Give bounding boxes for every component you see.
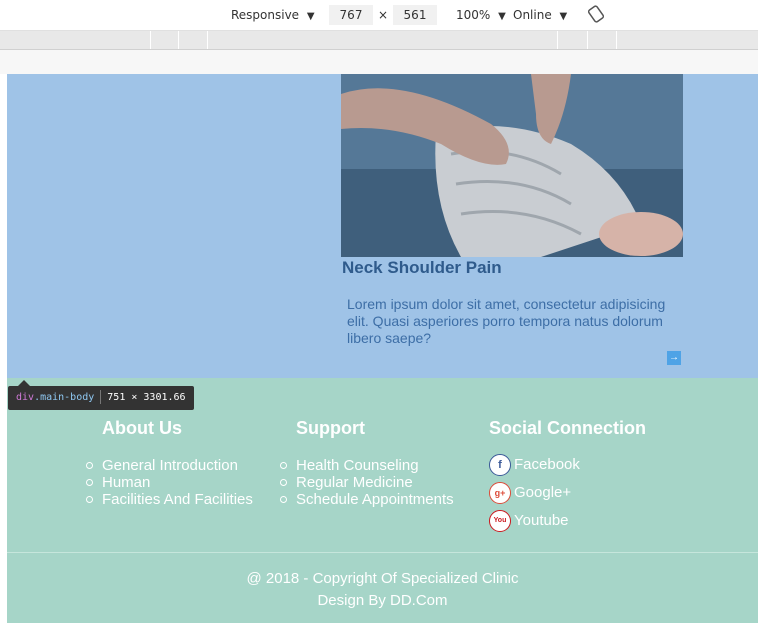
ruler-tick	[207, 31, 208, 49]
main-body: Neck Shoulder Pain Lorem ipsum dolor sit…	[7, 74, 758, 378]
bullet-icon	[86, 496, 93, 503]
bandaged-foot-illustration	[341, 74, 683, 257]
copyright-text: @ 2018 - Copyright Of Specialized Clinic	[246, 570, 519, 587]
ruler-tick	[150, 31, 151, 49]
copyright-block: @ 2018 - Copyright Of Specialized Clinic…	[7, 568, 758, 612]
height-input[interactable]: 561	[393, 5, 437, 25]
bullet-icon	[280, 479, 287, 486]
link-label: Facilities And Facilities	[102, 491, 253, 508]
network-throttle-select[interactable]: Online ▼	[513, 8, 567, 22]
tooltip-class: .main-body	[34, 392, 95, 403]
design-credit: Design By DD.Com	[317, 592, 448, 609]
ruler-tick	[557, 31, 558, 49]
dimension-separator: ×	[378, 8, 389, 22]
rotate-icon[interactable]	[587, 5, 605, 26]
ruler-spacer	[0, 50, 758, 74]
arrow-right-icon: →	[669, 352, 679, 363]
bullet-icon	[86, 479, 93, 486]
support-item-schedule-appointments[interactable]: Schedule Appointments	[280, 491, 454, 508]
device-toolbar: Responsive ▼ 767 × 561 100% ▼ Online ▼	[0, 0, 758, 31]
bullet-icon	[280, 496, 287, 503]
chevron-down-icon: ▼	[306, 11, 315, 22]
device-mode-label: Responsive	[231, 8, 300, 22]
about-item-general-introduction[interactable]: General Introduction	[86, 457, 253, 474]
social-item-youtube[interactable]: You Youtube	[489, 509, 646, 537]
social-item-facebook[interactable]: f Facebook	[489, 453, 646, 481]
tooltip-separator	[100, 390, 102, 404]
page-viewport: Neck Shoulder Pain Lorem ipsum dolor sit…	[7, 74, 758, 623]
inspector-tooltip: div.main-body 751 × 3301.66	[8, 380, 194, 410]
link-label: Schedule Appointments	[296, 491, 454, 508]
footer-social: Social Connection f Facebook g+ Google+ Yo…	[489, 418, 646, 537]
card-text-line: elit. Quasi asperiores porro tempora nat…	[347, 313, 663, 329]
support-item-health-counseling[interactable]: Health Counseling	[280, 457, 454, 474]
width-input[interactable]: 767	[329, 5, 373, 25]
footer: About Us General Introduction Human Faci…	[7, 378, 758, 623]
chevron-down-icon: ▼	[498, 11, 506, 22]
google-plus-icon: g+	[489, 482, 511, 505]
about-list: General Introduction Human Facilities An…	[86, 457, 253, 508]
bullet-icon	[86, 462, 93, 469]
social-label: Youtube	[514, 512, 569, 529]
media-query-ruler	[0, 31, 758, 50]
about-item-human[interactable]: Human	[86, 474, 253, 491]
link-label: General Introduction	[102, 457, 238, 474]
network-label: Online	[513, 8, 552, 22]
link-label: Health Counseling	[296, 457, 419, 474]
card-text-line: Lorem ipsum dolor sit amet, consectetur …	[347, 296, 666, 312]
support-list: Health Counseling Regular Medicine Sched…	[280, 457, 454, 508]
zoom-select[interactable]: 100% ▼	[456, 8, 506, 22]
youtube-icon: You	[489, 510, 511, 533]
zoom-label: 100%	[456, 8, 491, 22]
link-label: Human	[102, 474, 151, 491]
read-more-button[interactable]: →	[667, 351, 681, 365]
social-heading: Social Connection	[489, 418, 647, 438]
ruler-tick	[616, 31, 617, 49]
footer-divider	[7, 552, 758, 553]
chevron-down-icon: ▼	[559, 11, 568, 22]
ruler-tick	[587, 31, 588, 49]
footer-support: Support Health Counseling Regular Medici…	[280, 418, 454, 508]
footer-about: About Us General Introduction Human Faci…	[86, 418, 253, 508]
card-title: Neck Shoulder Pain	[342, 258, 502, 277]
facebook-icon: f	[489, 454, 511, 477]
link-label: Regular Medicine	[296, 474, 413, 491]
bullet-icon	[280, 462, 287, 469]
support-item-regular-medicine[interactable]: Regular Medicine	[280, 474, 454, 491]
social-label: Google+	[514, 484, 572, 501]
about-item-facilities[interactable]: Facilities And Facilities	[86, 491, 253, 508]
card-image	[341, 74, 683, 257]
device-mode-select[interactable]: Responsive ▼	[231, 8, 315, 22]
support-heading: Support	[296, 418, 365, 438]
social-list: f Facebook g+ Google+ You Youtube	[489, 453, 646, 537]
tooltip-tag: div	[16, 392, 35, 403]
about-heading: About Us	[102, 418, 182, 438]
social-item-google-plus[interactable]: g+ Google+	[489, 481, 646, 509]
social-label: Facebook	[514, 456, 580, 473]
ruler-tick	[178, 31, 179, 49]
card-description: Lorem ipsum dolor sit amet, consectetur …	[347, 296, 683, 347]
tooltip-size: 751 × 3301.66	[107, 392, 186, 403]
card-text-line: libero saepe?	[347, 330, 432, 346]
